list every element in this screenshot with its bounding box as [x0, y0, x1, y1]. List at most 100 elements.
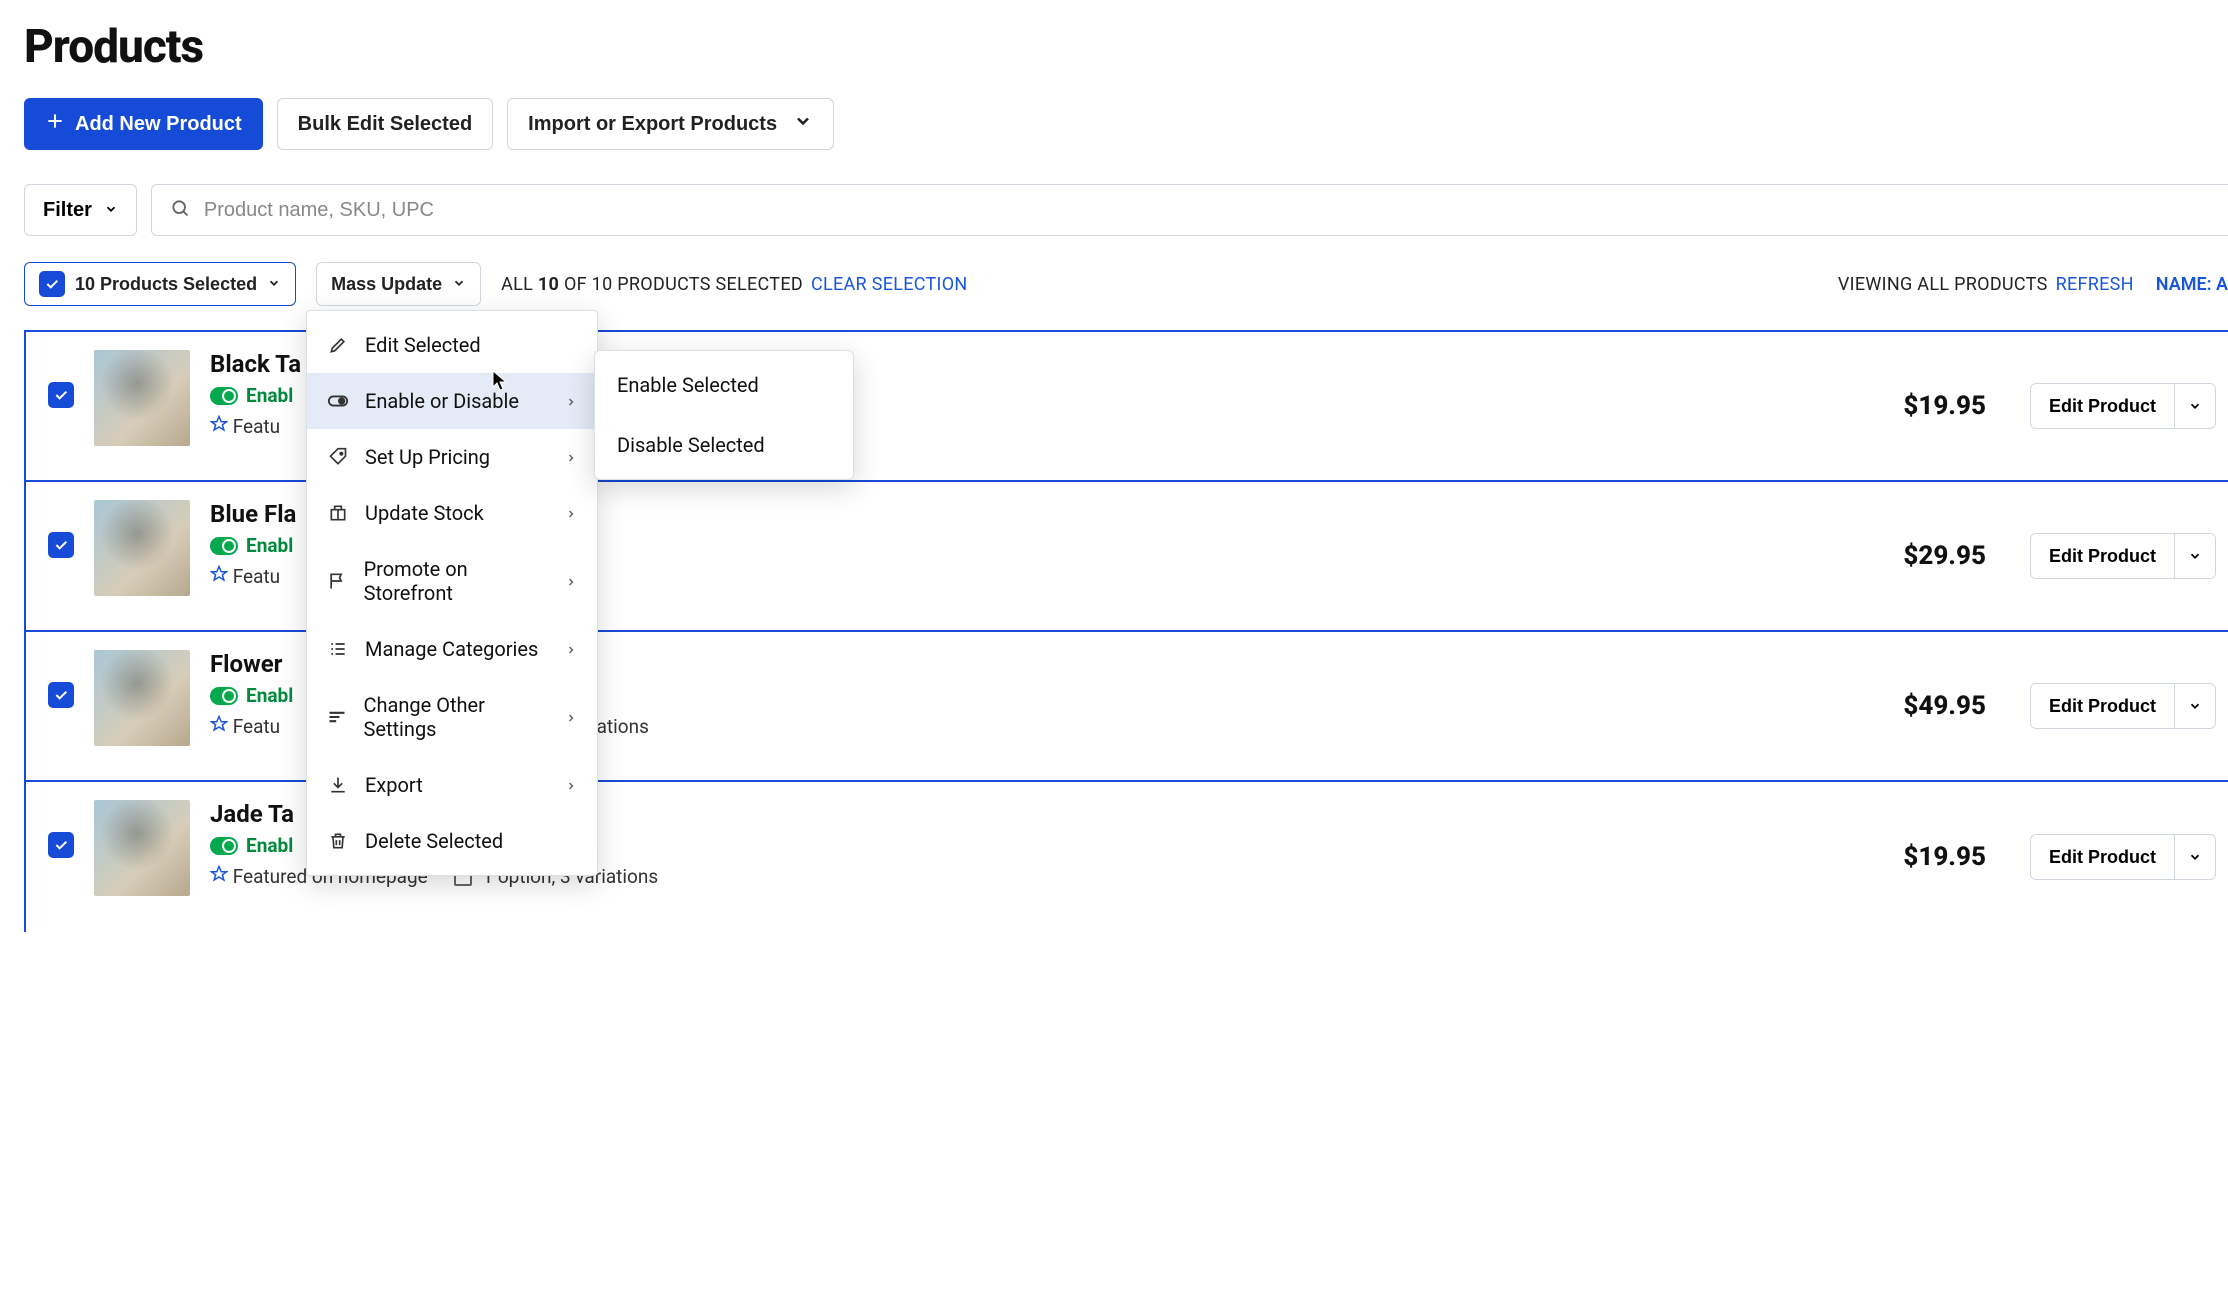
menu-label: Change Other Settings — [363, 693, 549, 741]
pencil-icon — [327, 335, 349, 355]
filter-label: Filter — [43, 199, 92, 222]
menu-label: Delete Selected — [365, 829, 503, 853]
row-checkbox[interactable] — [48, 382, 74, 408]
enabled-badge: Enabl — [210, 834, 293, 857]
mass-update-label: Mass Update — [331, 274, 442, 295]
mass-update-menu: Edit Selected Enable or Disable Set Up P… — [306, 310, 598, 876]
menu-label: Set Up Pricing — [365, 445, 490, 469]
menu-label: Edit Selected — [365, 333, 481, 357]
bulk-edit-label: Bulk Edit Selected — [298, 113, 473, 136]
edit-product-button[interactable]: Edit Product — [2031, 534, 2175, 578]
product-price: $19.95 — [1903, 842, 2010, 872]
chevron-down-icon — [793, 111, 813, 137]
filter-button[interactable]: Filter — [24, 184, 137, 236]
star-icon — [210, 415, 233, 438]
menu-set-up-pricing[interactable]: Set Up Pricing — [307, 429, 597, 485]
selected-products-dropdown[interactable]: 10 Products Selected — [24, 262, 296, 306]
row-checkbox[interactable] — [48, 832, 74, 858]
edit-product-button[interactable]: Edit Product — [2031, 384, 2175, 428]
edit-product-group: Edit Product — [2030, 683, 2216, 729]
edit-product-caret[interactable] — [2175, 684, 2215, 728]
selected-count-label: 10 Products Selected — [75, 274, 257, 295]
import-export-button[interactable]: Import or Export Products — [507, 98, 834, 150]
product-thumbnail — [94, 800, 190, 896]
featured-label: Featu — [233, 415, 280, 438]
status-prefix: ALL — [501, 274, 538, 295]
edit-product-button[interactable]: Edit Product — [2031, 835, 2175, 879]
chevron-right-icon — [565, 705, 577, 729]
chevron-down-icon — [267, 274, 281, 295]
menu-edit-selected[interactable]: Edit Selected — [307, 317, 597, 373]
menu-label: Promote on Storefront — [364, 557, 549, 605]
edit-product-group: Edit Product — [2030, 834, 2216, 880]
toggle-on-icon — [210, 537, 238, 555]
menu-manage-categories[interactable]: Manage Categories — [307, 621, 597, 677]
enabled-label: Enabl — [246, 684, 293, 707]
enabled-badge: Enabl — [210, 534, 293, 557]
import-export-label: Import or Export Products — [528, 113, 777, 136]
search-input[interactable] — [204, 199, 2210, 222]
menu-delete-selected[interactable]: Delete Selected — [307, 813, 597, 869]
edit-product-group: Edit Product — [2030, 383, 2216, 429]
chevron-down-icon — [452, 274, 466, 295]
chevron-right-icon — [565, 445, 577, 469]
edit-product-button[interactable]: Edit Product — [2031, 684, 2175, 728]
enabled-label: Enabl — [246, 534, 293, 557]
clear-selection-link[interactable]: CLEAR SELECTION — [811, 274, 968, 295]
edit-product-caret[interactable] — [2175, 534, 2215, 578]
submenu-disable-selected[interactable]: Disable Selected — [595, 415, 853, 475]
sort-indicator[interactable]: NAME: A — [2156, 274, 2228, 295]
row-checkbox[interactable] — [48, 682, 74, 708]
menu-enable-disable[interactable]: Enable or Disable — [307, 373, 597, 429]
search-icon — [170, 198, 190, 223]
search-field-wrap — [151, 184, 2228, 236]
menu-promote[interactable]: Promote on Storefront — [307, 541, 597, 621]
edit-product-caret[interactable] — [2175, 835, 2215, 879]
refresh-link[interactable]: REFRESH — [2056, 274, 2134, 295]
viewing-status: VIEWING ALL PRODUCTS REFRESH — [1838, 274, 2134, 295]
toggle-on-icon — [210, 387, 238, 405]
submenu-enable-selected[interactable]: Enable Selected — [595, 355, 853, 415]
edit-product-group: Edit Product — [2030, 533, 2216, 579]
action-bar: Add New Product Bulk Edit Selected Impor… — [24, 98, 2228, 150]
chevron-right-icon — [565, 773, 577, 797]
status-middle: OF 10 PRODUCTS SELECTED — [559, 274, 803, 295]
filter-search-row: Filter — [24, 184, 2228, 236]
download-icon — [327, 775, 349, 795]
trash-icon — [327, 831, 349, 851]
product-thumbnail — [94, 500, 190, 596]
viewing-text: VIEWING ALL PRODUCTS — [1838, 274, 2048, 295]
star-icon — [210, 865, 233, 888]
box-icon — [327, 503, 349, 523]
menu-update-stock[interactable]: Update Stock — [307, 485, 597, 541]
right-status: VIEWING ALL PRODUCTS REFRESH NAME: A — [1838, 274, 2228, 295]
enabled-label: Enabl — [246, 384, 293, 407]
chevron-down-icon — [104, 199, 118, 222]
bulk-edit-button[interactable]: Bulk Edit Selected — [277, 98, 494, 150]
star-icon — [210, 715, 233, 738]
enabled-badge: Enabl — [210, 384, 293, 407]
product-price: $49.95 — [1903, 691, 2010, 721]
selection-status: ALL 10 OF 10 PRODUCTS SELECTED CLEAR SEL… — [501, 274, 967, 295]
chevron-right-icon — [565, 637, 577, 661]
add-new-product-button[interactable]: Add New Product — [24, 98, 263, 150]
toggle-on-icon — [210, 687, 238, 705]
list-icon — [327, 639, 349, 659]
menu-change-other[interactable]: Change Other Settings — [307, 677, 597, 757]
mass-update-button[interactable]: Mass Update — [316, 262, 481, 306]
menu-export[interactable]: Export — [307, 757, 597, 813]
toggle-on-icon — [210, 837, 238, 855]
edit-product-caret[interactable] — [2175, 384, 2215, 428]
menu-label: Export — [365, 773, 423, 797]
menu-label: Manage Categories — [365, 637, 538, 661]
featured-label: Featu — [233, 565, 280, 588]
selection-toolbar: 10 Products Selected Mass Update ALL 10 … — [24, 262, 2228, 306]
row-checkbox[interactable] — [48, 532, 74, 558]
tag-icon — [327, 447, 349, 467]
product-price: $29.95 — [1903, 541, 2010, 571]
flag-icon — [327, 571, 348, 591]
enable-disable-submenu: Enable Selected Disable Selected — [594, 350, 854, 480]
enabled-label: Enabl — [246, 834, 293, 857]
lines-icon — [327, 707, 347, 727]
enabled-badge: Enabl — [210, 684, 293, 707]
